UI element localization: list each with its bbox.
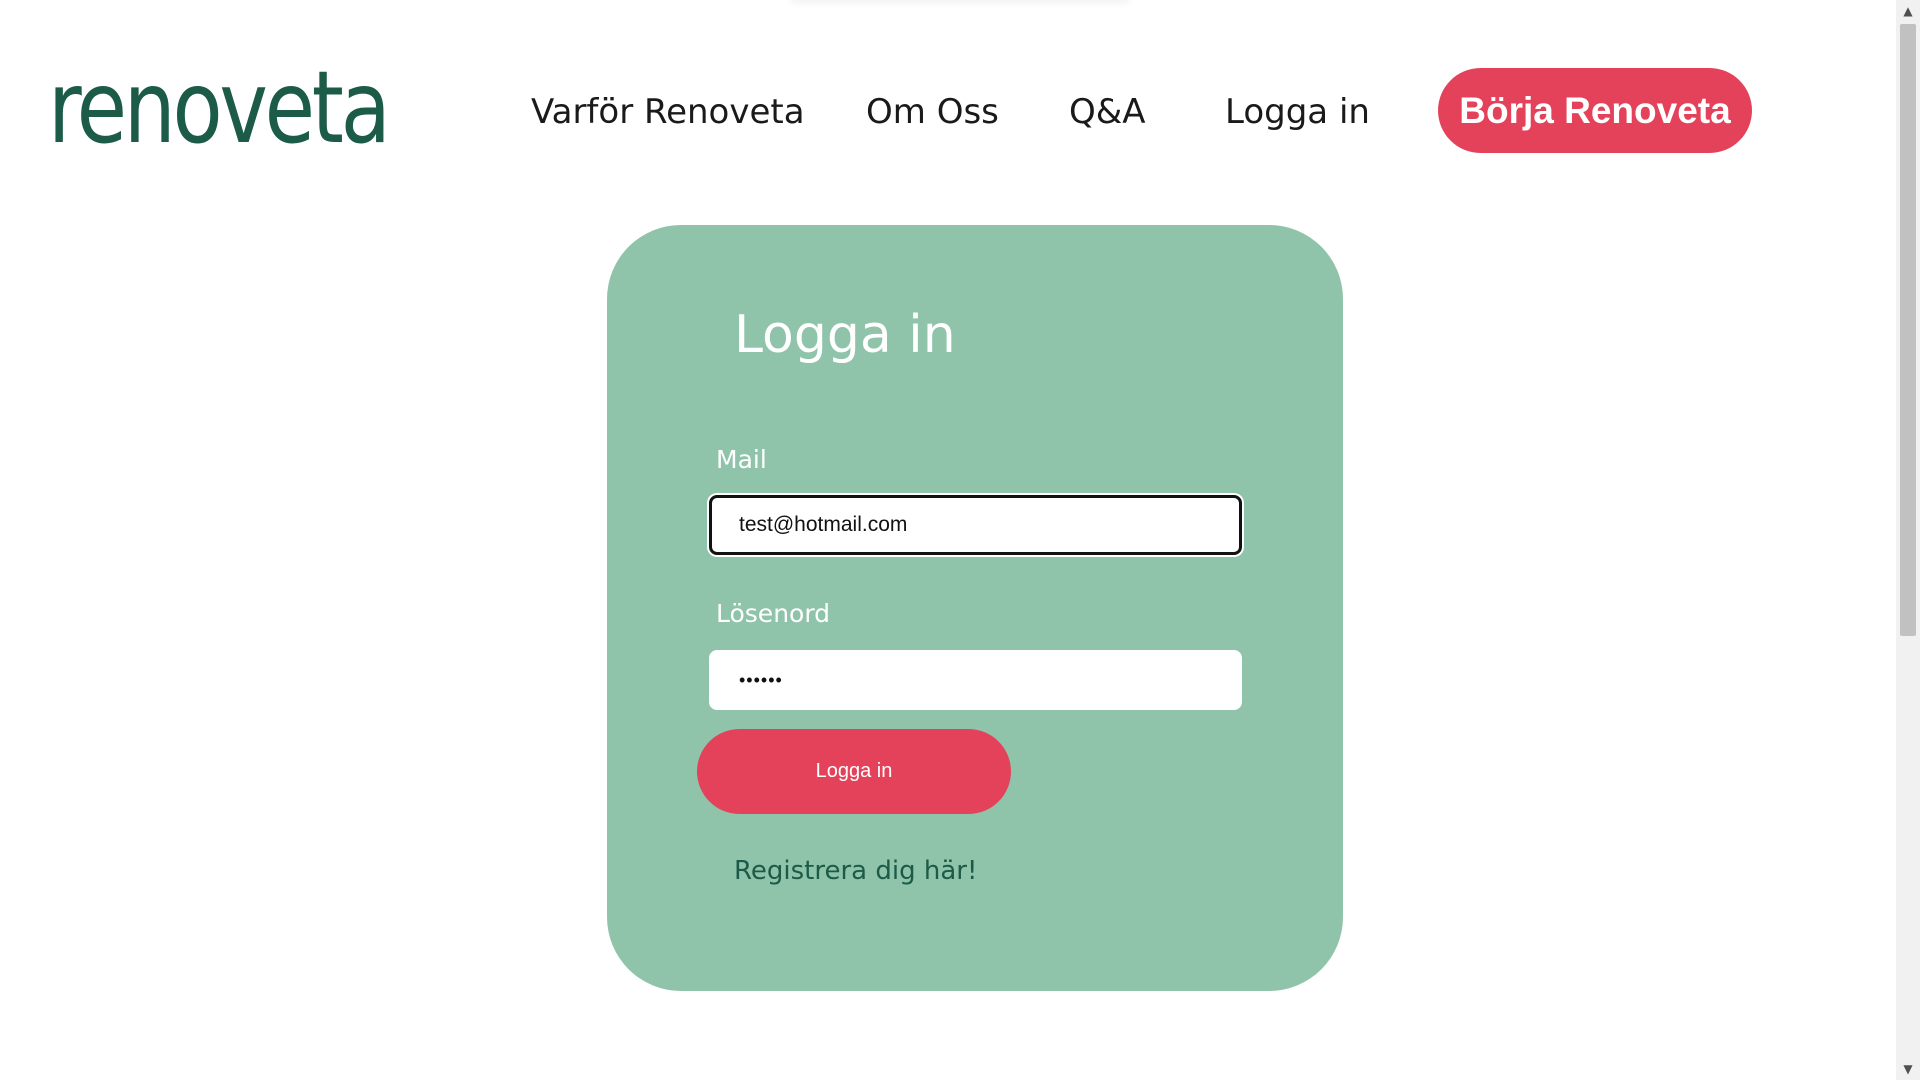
page: renoveta Varför Renoveta Om Oss Q&A Logg… <box>0 0 1920 1080</box>
scroll-up-arrow-icon[interactable]: ▲ <box>1896 0 1920 22</box>
login-title: Logga in <box>734 305 956 365</box>
password-label: Lösenord <box>716 599 831 628</box>
nav-link-qa[interactable]: Q&A <box>1069 84 1146 140</box>
nav-link-varfor-renoveta[interactable]: Varför Renoveta <box>531 84 805 140</box>
scrollbar-thumb[interactable] <box>1900 24 1916 636</box>
nav-link-om-oss[interactable]: Om Oss <box>866 84 999 140</box>
scroll-down-arrow-icon[interactable]: ▼ <box>1896 1058 1920 1080</box>
mail-input[interactable] <box>709 495 1242 555</box>
login-submit-button[interactable]: Logga in <box>697 729 1011 814</box>
renoveta-logo[interactable]: renoveta <box>48 49 404 166</box>
vertical-scrollbar[interactable]: ▲ ▼ <box>1896 0 1920 1080</box>
mail-label: Mail <box>716 445 767 474</box>
logo-text: renoveta <box>48 49 391 166</box>
nav-link-logga-in[interactable]: Logga in <box>1225 84 1370 140</box>
borja-renoveta-button[interactable]: Börja Renoveta <box>1438 68 1752 153</box>
register-link[interactable]: Registrera dig här! <box>734 853 977 889</box>
password-input[interactable] <box>709 650 1242 710</box>
